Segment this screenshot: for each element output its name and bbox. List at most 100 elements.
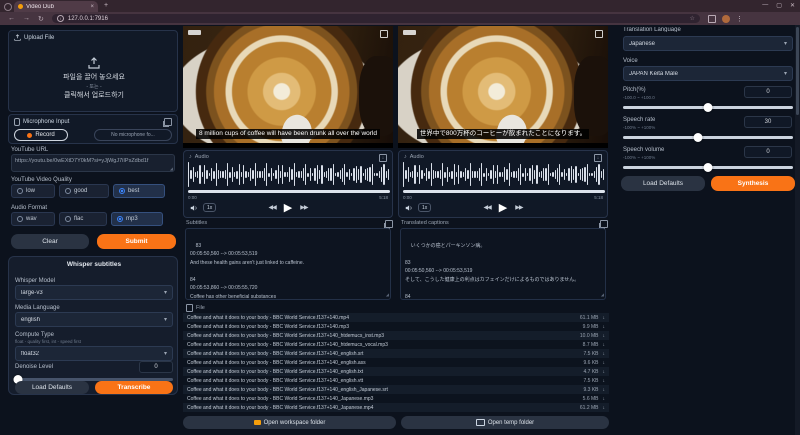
download-icon[interactable]: ↓ bbox=[603, 342, 610, 348]
profile-avatar[interactable] bbox=[722, 15, 730, 23]
browser-tab[interactable]: Video Dub × bbox=[14, 1, 98, 12]
waveform[interactable] bbox=[403, 162, 605, 187]
translated-captions-textarea[interactable]: いくつかの癌とパーキンソン病。 83 00:05:50,560 --> 00:0… bbox=[400, 228, 606, 300]
volume-slider[interactable] bbox=[623, 163, 793, 172]
reload-icon[interactable]: ↻ bbox=[38, 15, 44, 23]
pitch-value[interactable]: 0 bbox=[744, 86, 792, 98]
slider-track[interactable] bbox=[623, 136, 793, 139]
tts-load-defaults-button[interactable]: Load Defaults bbox=[621, 176, 705, 191]
file-row[interactable]: Coffee and what it does to your body - B… bbox=[183, 322, 609, 331]
whisper-title[interactable]: Whisper subtitles bbox=[9, 261, 179, 268]
whisper-load-defaults-button[interactable]: Load Defaults bbox=[15, 381, 89, 394]
upload-panel[interactable]: Upload File 파일을 끌어 놓으세요 - 또는 - 클릭해서 업로드하… bbox=[8, 30, 178, 112]
download-icon[interactable]: ↓ bbox=[603, 387, 610, 393]
resize-handle-icon[interactable]: ◢ bbox=[601, 292, 604, 299]
forward-icon[interactable]: → bbox=[23, 15, 30, 22]
whisper-model-select[interactable]: large-v3 ▾ bbox=[15, 285, 173, 300]
download-icon[interactable]: ↓ bbox=[603, 351, 610, 357]
quality-option-best[interactable]: best bbox=[113, 184, 165, 198]
tab-close-icon[interactable]: × bbox=[90, 4, 94, 10]
media-language-select[interactable]: english ▾ bbox=[15, 312, 173, 327]
record-button[interactable]: Record bbox=[14, 129, 68, 141]
copy-icon[interactable] bbox=[385, 220, 393, 228]
rewind-icon[interactable]: ◀◀ bbox=[269, 204, 276, 211]
copy-icon[interactable] bbox=[600, 220, 608, 228]
synthesis-button[interactable]: Synthesis bbox=[711, 176, 795, 191]
rewind-icon[interactable]: ◀◀ bbox=[484, 204, 491, 211]
download-icon[interactable]: ↓ bbox=[603, 333, 610, 339]
source-video[interactable]: 8 million cups of coffee will have been … bbox=[183, 26, 393, 148]
waveform-scrollbar[interactable] bbox=[188, 190, 390, 193]
file-row[interactable]: Coffee and what it does to your body - B… bbox=[183, 313, 609, 322]
new-tab-button[interactable]: + bbox=[104, 2, 108, 9]
rate-slider[interactable] bbox=[623, 133, 793, 142]
file-row[interactable]: Coffee and what it does to your body - B… bbox=[183, 385, 609, 394]
file-row[interactable]: Coffee and what it does to your body - B… bbox=[183, 331, 609, 340]
volume-value[interactable]: 0 bbox=[744, 146, 792, 158]
resize-handle-icon[interactable]: ◢ bbox=[386, 292, 389, 299]
back-icon[interactable]: ← bbox=[8, 15, 15, 22]
fast-forward-icon[interactable]: ▶▶ bbox=[300, 204, 307, 211]
menu-icon[interactable]: ⋮ bbox=[736, 15, 743, 23]
target-video[interactable]: 世界中で800万杯のコーヒーが飲まれたことになります。 bbox=[398, 26, 608, 148]
address-bar[interactable]: i 127.0.0.1:7916 ☆ bbox=[52, 14, 700, 23]
waveform-scrollbar[interactable] bbox=[403, 190, 605, 193]
quality-option-low[interactable]: low bbox=[11, 184, 55, 198]
pitch-slider[interactable] bbox=[623, 103, 793, 112]
bookmark-star-icon[interactable]: ☆ bbox=[689, 15, 694, 22]
download-icon[interactable]: ↓ bbox=[603, 315, 610, 321]
scrollbar-thumb[interactable] bbox=[796, 27, 799, 115]
slider-handle[interactable] bbox=[693, 133, 702, 142]
slider-handle[interactable] bbox=[704, 103, 713, 112]
slider-handle[interactable] bbox=[704, 163, 713, 172]
youtube-url-input[interactable]: https://youtu.be/0wEXtD7Y0kM?si=yJjWgJ7i… bbox=[11, 154, 175, 172]
drop-click[interactable]: 클릭해서 업로드하기 bbox=[9, 90, 179, 100]
file-row[interactable]: Coffee and what it does to your body - B… bbox=[183, 367, 609, 376]
transcribe-button[interactable]: Transcribe bbox=[95, 381, 173, 394]
waveform[interactable] bbox=[188, 162, 390, 187]
file-row[interactable]: Coffee and what it does to your body - B… bbox=[183, 340, 609, 349]
maximize-icon[interactable]: ▢ bbox=[776, 2, 782, 9]
site-info-icon[interactable]: i bbox=[57, 15, 64, 22]
clear-button[interactable]: Clear bbox=[11, 234, 89, 249]
close-icon[interactable]: ✕ bbox=[790, 2, 795, 9]
play-icon[interactable]: ▶ bbox=[284, 201, 292, 214]
quality-option-good[interactable]: good bbox=[59, 184, 109, 198]
fast-forward-icon[interactable]: ▶▶ bbox=[515, 204, 522, 211]
audio-download-icon[interactable]: ↓ bbox=[594, 154, 602, 162]
file-row[interactable]: Coffee and what it does to your body - B… bbox=[183, 376, 609, 385]
file-row[interactable]: Coffee and what it does to your body - B… bbox=[183, 394, 609, 403]
rate-value[interactable]: 30 bbox=[744, 116, 792, 128]
open-temp-button[interactable]: Open temp folder bbox=[401, 416, 609, 429]
format-option-mp3[interactable]: mp3 bbox=[111, 212, 163, 226]
format-option-flac[interactable]: flac bbox=[59, 212, 107, 226]
download-icon[interactable]: ↓ bbox=[603, 405, 610, 411]
fullscreen-icon[interactable] bbox=[595, 30, 603, 38]
compute-type-select[interactable]: float32 ▾ bbox=[15, 346, 173, 361]
submit-button[interactable]: Submit bbox=[97, 234, 176, 249]
download-icon[interactable]: ↓ bbox=[603, 324, 610, 330]
page-scrollbar[interactable] bbox=[795, 25, 800, 435]
file-row[interactable]: Coffee and what it does to your body - B… bbox=[183, 358, 609, 367]
file-row[interactable]: Coffee and what it does to your body - B… bbox=[183, 349, 609, 358]
translation-language-select[interactable]: Japanese ▾ bbox=[623, 36, 793, 51]
download-icon[interactable]: ↓ bbox=[603, 369, 610, 375]
format-option-wav[interactable]: wav bbox=[11, 212, 55, 226]
extensions-icon[interactable] bbox=[708, 15, 716, 23]
resize-handle-icon[interactable]: ◢ bbox=[170, 166, 173, 171]
file-row[interactable]: Coffee and what it does to your body - B… bbox=[183, 403, 609, 412]
download-icon[interactable]: ↓ bbox=[603, 378, 610, 384]
open-workspace-button[interactable]: Open workspace folder bbox=[183, 416, 396, 429]
fullscreen-icon[interactable] bbox=[380, 30, 388, 38]
denoise-value[interactable]: 0 bbox=[139, 361, 173, 373]
voice-select[interactable]: JAPAN Keita Male ▾ bbox=[623, 66, 793, 81]
minimize-icon[interactable]: — bbox=[762, 2, 768, 9]
tab-search-icon[interactable] bbox=[4, 3, 12, 11]
audio-download-icon[interactable]: ↓ bbox=[379, 154, 387, 162]
mic-settings-icon[interactable] bbox=[164, 118, 172, 126]
mic-device-select[interactable]: No microphone fo... bbox=[94, 129, 172, 141]
subtitles-textarea[interactable]: 83 00:05:50,560 --> 00:05:53,519 And the… bbox=[185, 228, 391, 300]
play-icon[interactable]: ▶ bbox=[499, 201, 507, 214]
download-icon[interactable]: ↓ bbox=[603, 396, 610, 402]
download-icon[interactable]: ↓ bbox=[603, 360, 610, 366]
